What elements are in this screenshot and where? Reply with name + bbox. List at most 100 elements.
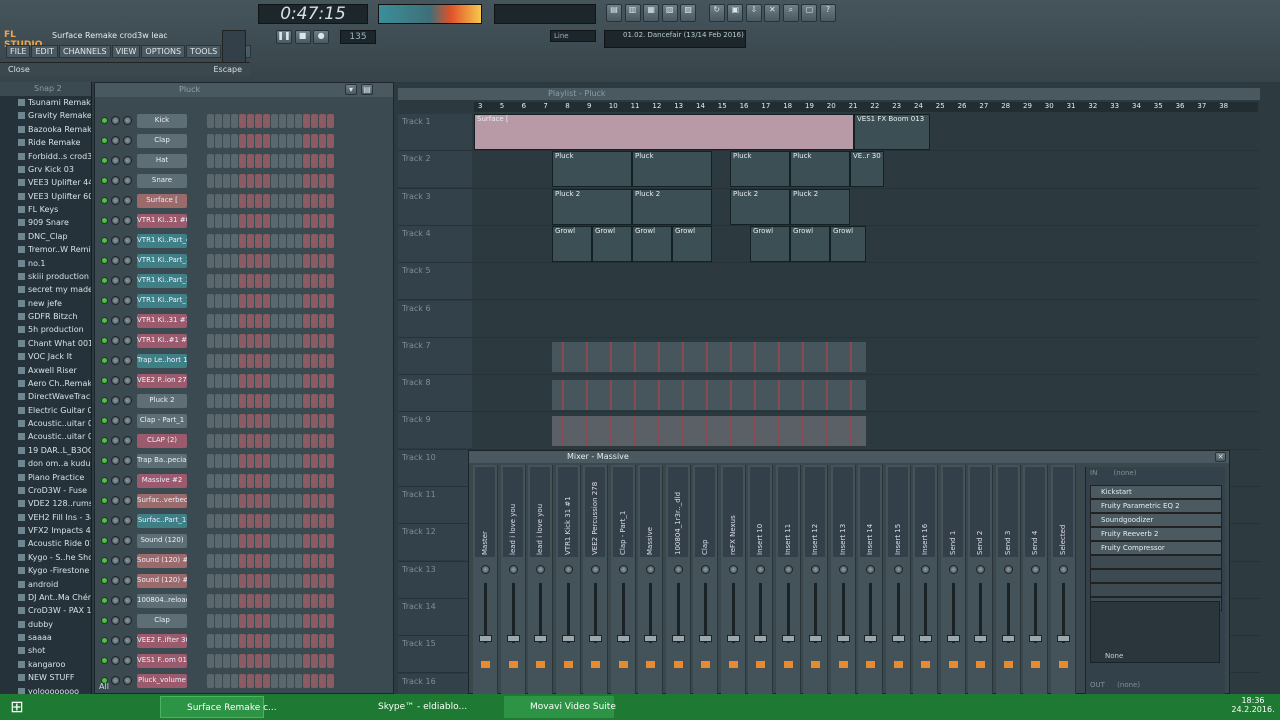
step-button[interactable] [263, 574, 270, 588]
stop-button[interactable]: ■ [294, 30, 311, 44]
strip-fader-handle[interactable] [644, 635, 657, 642]
step-button[interactable] [255, 394, 262, 408]
step-button[interactable] [223, 194, 230, 208]
channel-name-button[interactable]: VTR1 Ki..Part_4 [137, 234, 187, 248]
playlist-clip[interactable]: VES1 FX Boom 013 [854, 114, 930, 150]
step-button[interactable] [247, 314, 254, 328]
step-button[interactable] [287, 334, 294, 348]
step-button[interactable] [247, 234, 254, 248]
step-button[interactable] [223, 494, 230, 508]
step-button[interactable] [327, 614, 334, 628]
strip-fader-handle[interactable] [781, 635, 795, 642]
step-button[interactable] [263, 314, 270, 328]
channel-volume-knob[interactable] [123, 156, 132, 165]
menu-channels[interactable]: CHANNELS [58, 45, 111, 58]
step-button[interactable] [279, 354, 286, 368]
playlist-track[interactable]: Track 6 [398, 300, 1260, 338]
browser-item[interactable]: Electric Guitar 01 [0, 404, 91, 417]
step-button[interactable] [255, 234, 262, 248]
channel-pan-knob[interactable] [111, 416, 120, 425]
step-button[interactable] [287, 614, 294, 628]
step-button[interactable] [303, 514, 310, 528]
step-button[interactable] [239, 414, 246, 428]
step-button[interactable] [295, 354, 302, 368]
step-sequencer[interactable] [207, 474, 335, 490]
mixer-strip[interactable]: 100804_1r3r.._dld [665, 465, 691, 695]
step-button[interactable] [255, 354, 262, 368]
step-button[interactable] [295, 454, 302, 468]
browser-item[interactable]: VFX2 Impacts 41 [0, 524, 91, 537]
step-button[interactable] [327, 374, 334, 388]
channel-volume-knob[interactable] [123, 476, 132, 485]
step-button[interactable] [263, 634, 270, 648]
step-button[interactable] [231, 394, 238, 408]
step-button[interactable] [311, 634, 318, 648]
step-button[interactable] [231, 294, 238, 308]
browser-item[interactable]: kangaroo [0, 658, 91, 671]
channel-name-button[interactable]: VTR1 Ki..Part_1 [137, 294, 187, 308]
fx-slot[interactable]: Fruity Parametric EQ 2 [1090, 499, 1222, 513]
eq-panel[interactable]: None [1090, 601, 1220, 663]
step-button[interactable] [311, 654, 318, 668]
strip-pan-knob[interactable] [783, 565, 793, 574]
step-button[interactable] [303, 414, 310, 428]
strip-pan-knob[interactable] [701, 565, 710, 574]
step-button[interactable] [255, 554, 262, 568]
step-button[interactable] [263, 494, 270, 508]
step-button[interactable] [327, 114, 334, 128]
step-button[interactable] [319, 374, 326, 388]
browser-item[interactable]: Forbidd..s crod3w [0, 150, 91, 163]
step-button[interactable] [263, 294, 270, 308]
strip-fader-handle[interactable] [506, 635, 520, 642]
step-button[interactable] [239, 674, 246, 688]
step-button[interactable] [279, 314, 286, 328]
step-button[interactable] [287, 654, 294, 668]
channel-volume-knob[interactable] [123, 556, 132, 565]
mixer-strip[interactable]: lead i love you [528, 465, 553, 695]
step-button[interactable] [223, 434, 230, 448]
step-button[interactable] [287, 154, 294, 168]
step-button[interactable] [287, 534, 294, 548]
step-button[interactable] [295, 634, 302, 648]
step-sequencer[interactable] [207, 434, 335, 450]
step-button[interactable] [263, 534, 270, 548]
strip-pan-knob[interactable] [536, 565, 545, 574]
step-button[interactable] [327, 234, 334, 248]
step-button[interactable] [247, 434, 254, 448]
step-button[interactable] [239, 354, 246, 368]
channel-volume-knob[interactable] [123, 456, 132, 465]
channel-mute-led[interactable] [101, 177, 108, 184]
step-button[interactable] [271, 394, 278, 408]
step-button[interactable] [311, 154, 318, 168]
step-button[interactable] [247, 114, 254, 128]
step-button[interactable] [247, 294, 254, 308]
playlist-clip[interactable]: Growl [830, 226, 866, 262]
step-button[interactable] [271, 234, 278, 248]
step-button[interactable] [311, 614, 318, 628]
strip-pan-knob[interactable] [1003, 565, 1013, 574]
step-button[interactable] [303, 374, 310, 388]
step-button[interactable] [247, 394, 254, 408]
playlist-clip[interactable]: Pluck 2 [730, 189, 790, 225]
step-button[interactable] [247, 354, 254, 368]
strip-pan-knob[interactable] [481, 565, 490, 574]
step-button[interactable] [207, 394, 214, 408]
step-button[interactable] [279, 574, 286, 588]
browser-item[interactable]: Axwell Riser [0, 364, 91, 377]
step-button[interactable] [295, 674, 302, 688]
step-button[interactable] [303, 254, 310, 268]
step-button[interactable] [263, 554, 270, 568]
step-button[interactable] [223, 654, 230, 668]
step-button[interactable] [207, 674, 214, 688]
browser-item[interactable]: VEE3 Uplifter 60 [0, 190, 91, 203]
step-button[interactable] [239, 134, 246, 148]
step-button[interactable] [247, 654, 254, 668]
channel-mute-led[interactable] [101, 197, 108, 204]
step-button[interactable] [279, 514, 286, 528]
step-button[interactable] [215, 234, 222, 248]
step-sequencer[interactable] [207, 114, 335, 130]
channel-name-button[interactable]: Surfac..verbed [137, 494, 187, 508]
step-button[interactable] [271, 314, 278, 328]
step-button[interactable] [319, 274, 326, 288]
step-button[interactable] [303, 354, 310, 368]
